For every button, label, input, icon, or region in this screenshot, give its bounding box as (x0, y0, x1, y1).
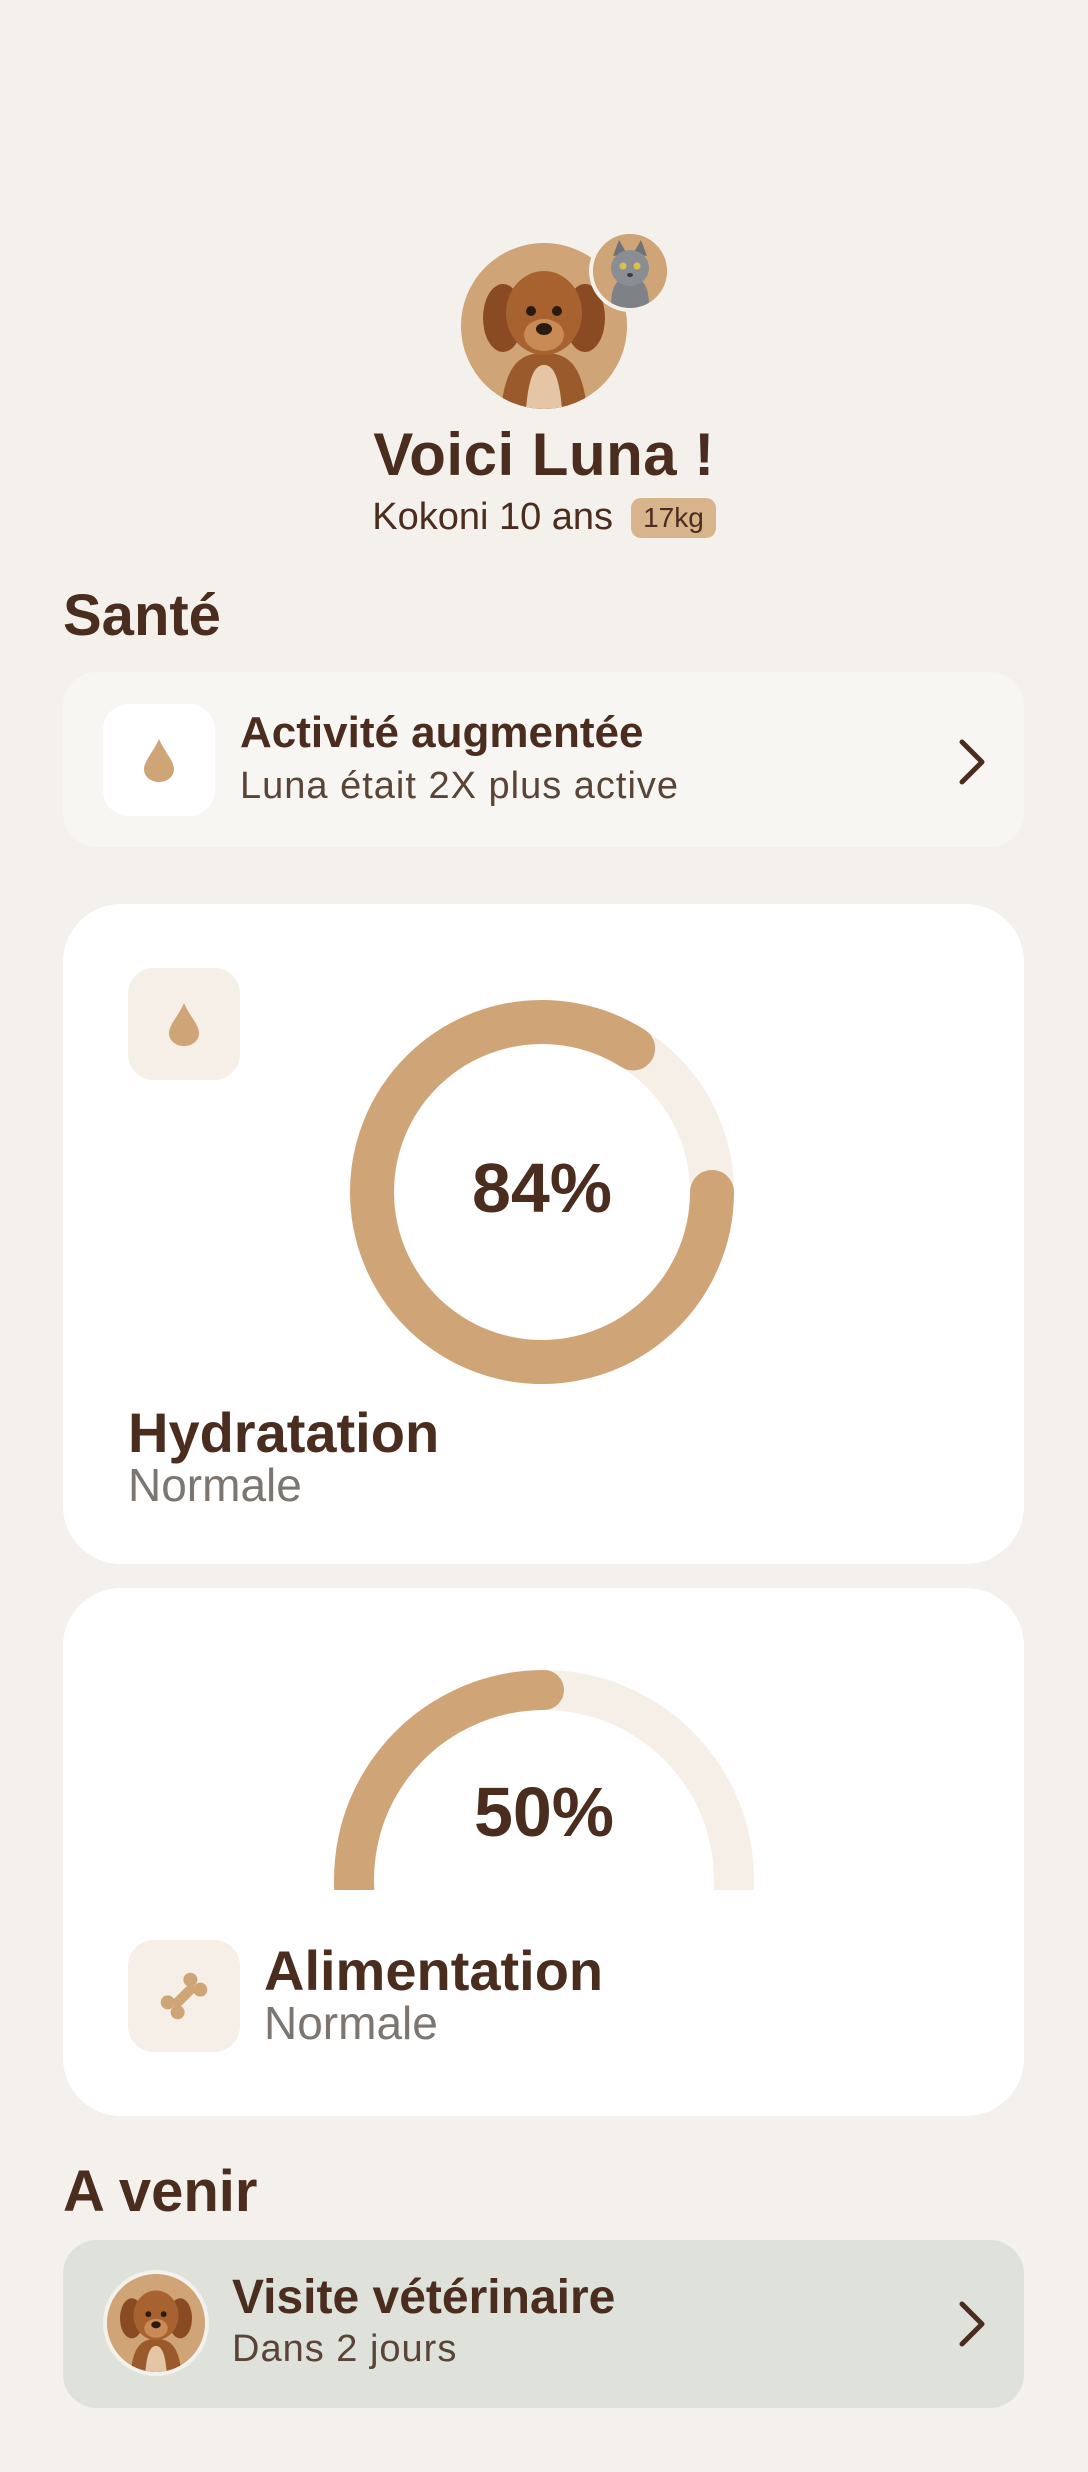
chevron-right-icon[interactable] (952, 732, 992, 792)
hydration-status: Normale (128, 1459, 302, 1511)
section-title-health: Santé (63, 583, 221, 648)
feeding-icon-tile (128, 1940, 240, 2052)
feeding-title: Alimentation (264, 1939, 604, 2002)
alert-title: Activité augmentée (240, 708, 644, 757)
alert-subtitle: Luna était 2X plus active (240, 765, 680, 807)
upcoming-subtitle: Dans 2 jours (232, 2328, 458, 2370)
section-title-upcoming: A venir (63, 2159, 258, 2224)
drop-icon (169, 1003, 199, 1046)
hydration-title: Hydratation (128, 1401, 440, 1464)
pet-avatar-secondary[interactable] (589, 230, 671, 312)
hydration-value: 84% (471, 1149, 613, 1227)
pet-meta: Kokoni 10 ans 17kg (0, 496, 1088, 539)
feeding-status: Normale (264, 1997, 438, 2049)
upcoming-title: Visite vétérinaire (232, 2271, 616, 2324)
alert-icon-tile (103, 704, 215, 816)
upcoming-avatar (103, 2270, 209, 2376)
page-title: Voici Luna ! (373, 421, 715, 488)
bone-icon (160, 1972, 208, 2020)
feeding-value: 50% (473, 1773, 615, 1851)
weight-badge: 17kg (631, 497, 716, 538)
drop-icon (144, 739, 174, 782)
chevron-right-icon[interactable] (952, 2294, 992, 2354)
pet-breed-age: Kokoni 10 ans (372, 496, 614, 538)
dog-photo-icon (107, 2274, 205, 2372)
cat-photo-icon (593, 234, 667, 308)
hydration-icon-tile (128, 968, 240, 1080)
